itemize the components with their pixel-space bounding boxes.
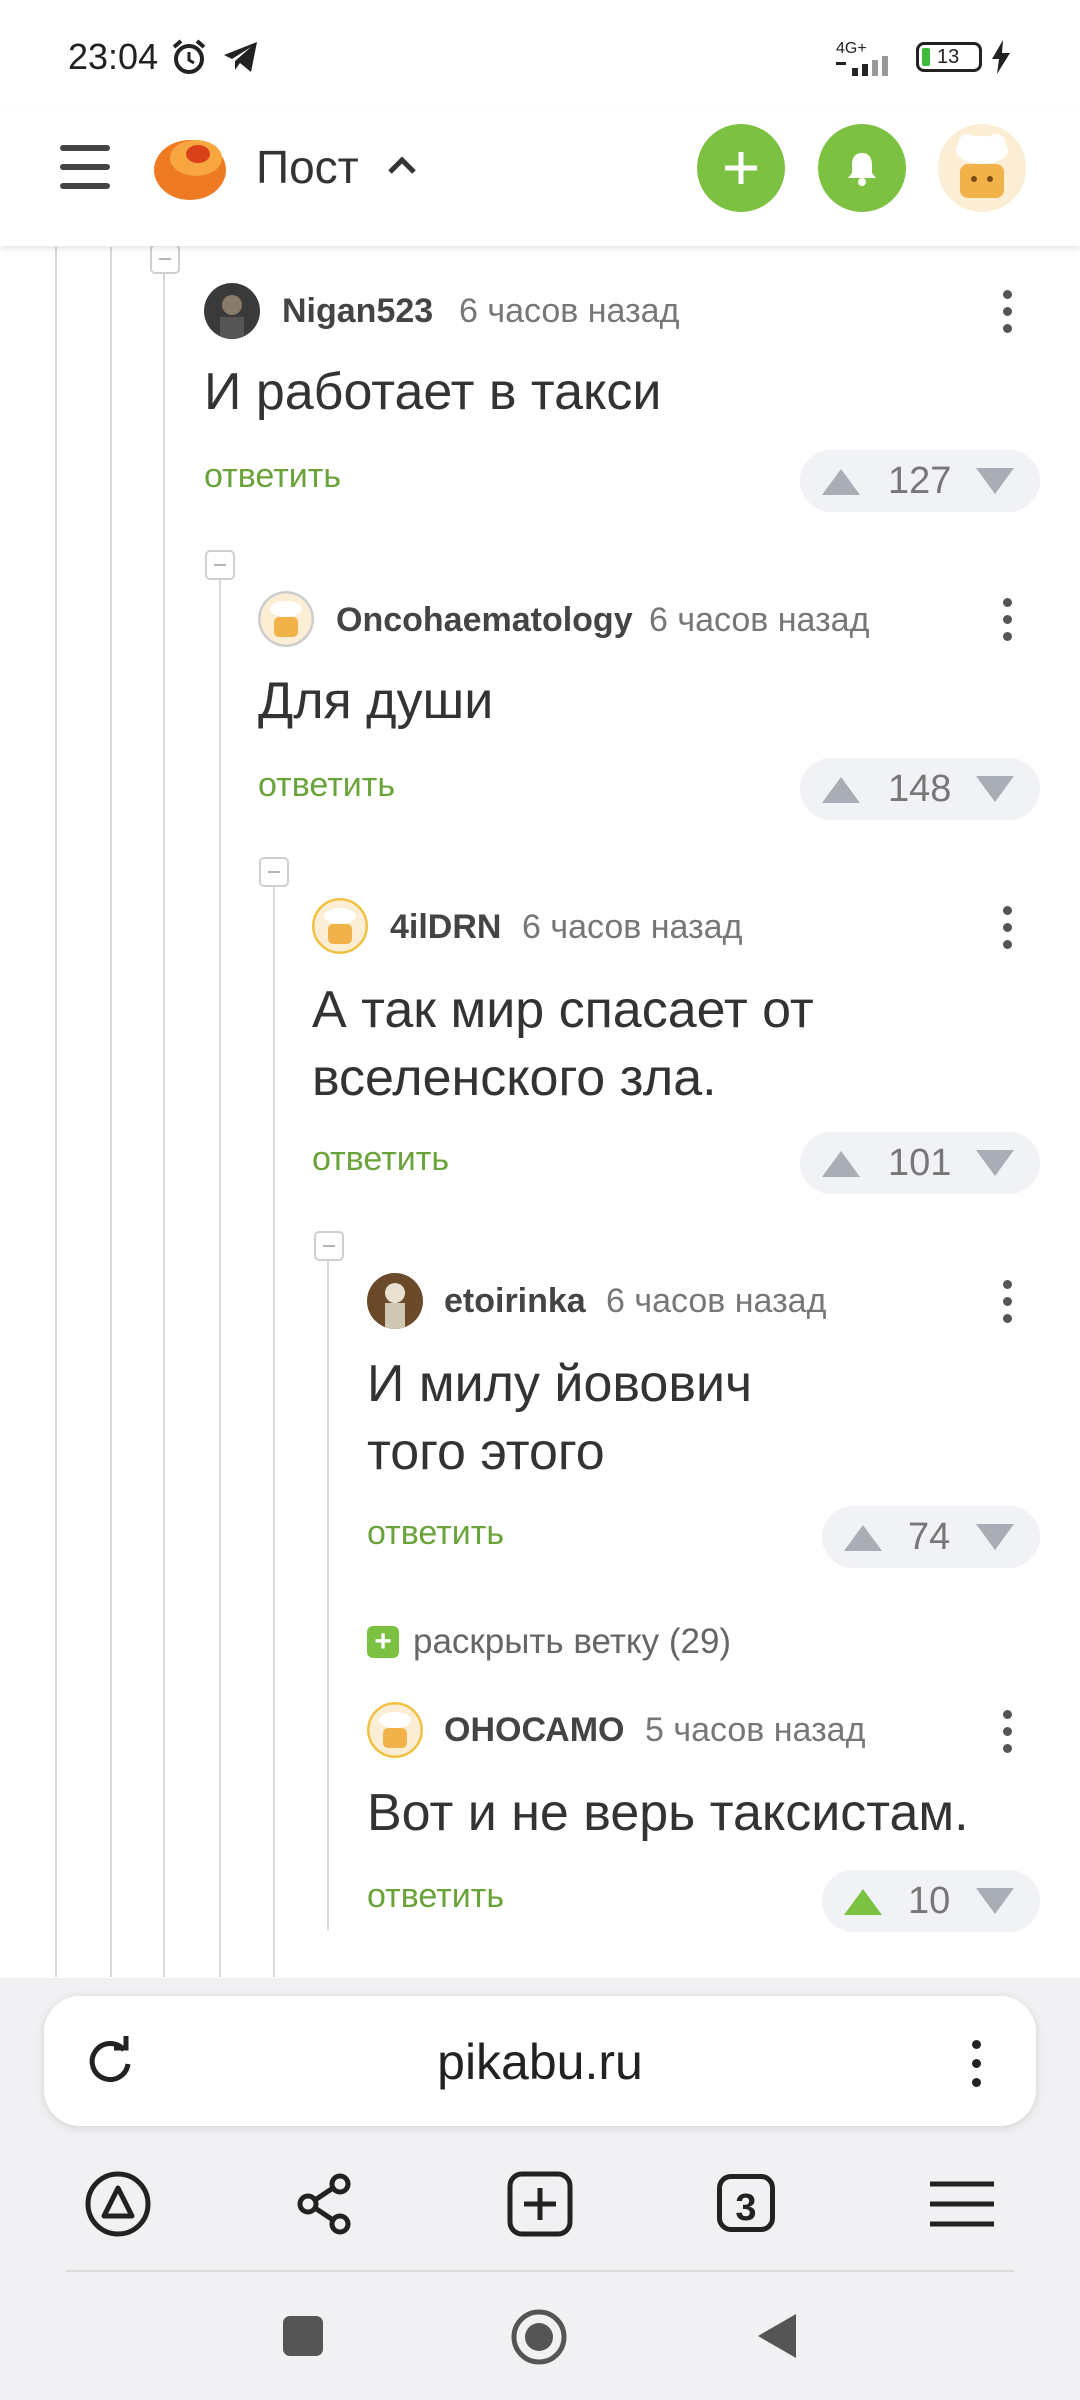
downvote-icon[interactable] (976, 1524, 1014, 1550)
comment-text: И милу йовович того этого (367, 1350, 752, 1486)
comment-time: 6 часов назад (522, 908, 743, 946)
collapse-button[interactable] (205, 550, 235, 580)
more-icon[interactable] (1003, 906, 1013, 954)
hamburger-icon[interactable] (60, 145, 110, 189)
comment-avatar[interactable] (258, 591, 314, 647)
comment-time: 6 часов назад (606, 1282, 827, 1320)
comment-text-line: того этого (367, 1423, 605, 1481)
comment-score: 10 (908, 1880, 951, 1922)
profile-avatar[interactable] (938, 124, 1026, 212)
thread-line (110, 247, 112, 1977)
vote-control: 10 (822, 1870, 1040, 1932)
vote-control: 127 (800, 450, 1040, 512)
comment-author[interactable]: etoirinka (444, 1282, 586, 1321)
new-tab-icon[interactable] (506, 2170, 574, 2238)
thread-line (55, 247, 57, 1977)
battery-level: 13 (937, 46, 960, 68)
expand-branch-link[interactable]: раскрыть ветку (29) (413, 1622, 731, 1662)
add-post-button[interactable] (697, 124, 785, 212)
upvote-icon[interactable] (844, 1525, 882, 1551)
comment-score: 148 (888, 768, 952, 810)
upvote-icon[interactable] (822, 777, 860, 803)
telegram-icon (224, 42, 257, 72)
comment-score: 127 (888, 460, 952, 502)
comment-avatar[interactable] (204, 283, 260, 339)
comment-author[interactable]: Oncohaematology (336, 601, 633, 640)
menu-icon[interactable] (928, 2170, 996, 2238)
charging-icon (992, 40, 1010, 74)
comment-avatar[interactable] (367, 1702, 423, 1758)
back-nav-icon[interactable] (756, 2312, 798, 2360)
downvote-icon[interactable] (976, 1888, 1014, 1914)
comment-time: 5 часов назад (645, 1711, 866, 1749)
vote-control: 74 (822, 1506, 1040, 1568)
divider (66, 2270, 1014, 2272)
url-text[interactable]: pikabu.ru (0, 2033, 1080, 2091)
comment-avatar[interactable] (312, 898, 368, 954)
notifications-button[interactable] (818, 124, 906, 212)
downvote-icon[interactable] (976, 468, 1014, 494)
comment-avatar[interactable] (367, 1273, 423, 1329)
expand-icon[interactable]: + (367, 1626, 399, 1658)
bell-icon (848, 153, 876, 186)
tab-count: 3 (717, 2174, 775, 2232)
comment-score: 101 (888, 1142, 952, 1184)
reply-link[interactable]: ответить (258, 766, 395, 805)
reply-link[interactable]: ответить (312, 1140, 449, 1179)
upvote-icon[interactable] (822, 1151, 860, 1177)
more-icon[interactable] (1003, 290, 1013, 338)
page-title[interactable]: Пост (256, 140, 359, 194)
comment-text: А так мир спасает от вселенского зла. (312, 976, 814, 1112)
thread-line (219, 580, 221, 1977)
vote-control: 148 (800, 758, 1040, 820)
more-icon[interactable] (1003, 1710, 1013, 1758)
comment-author[interactable]: ОНОСАМО (444, 1711, 624, 1750)
comment-time: 6 часов назад (459, 292, 680, 330)
signal-icon (836, 56, 888, 76)
tabs-icon[interactable]: 3 (717, 2174, 785, 2242)
plus-icon (725, 152, 757, 184)
comment-author[interactable]: 4ilDRN (390, 908, 501, 947)
alice-icon[interactable] (84, 2170, 152, 2238)
thread-line (163, 260, 165, 1977)
alarm-icon (172, 39, 206, 74)
comment-text-line: А так мир спасает от (312, 981, 814, 1039)
more-icon[interactable] (1003, 1280, 1013, 1328)
downvote-icon[interactable] (976, 1150, 1014, 1176)
comment-score: 74 (908, 1516, 951, 1558)
chevron-up-icon[interactable] (386, 146, 418, 186)
upvote-icon[interactable] (844, 1889, 882, 1915)
comment-text: Вот и не верь таксистам. (367, 1784, 969, 1842)
more-icon[interactable] (1003, 598, 1013, 646)
status-time: 23:04 (68, 36, 159, 77)
reply-link[interactable]: ответить (367, 1877, 504, 1916)
reply-link[interactable]: ответить (204, 457, 341, 496)
vote-control: 101 (800, 1132, 1040, 1194)
share-icon[interactable] (292, 2170, 360, 2238)
comment-text: Для души (258, 672, 494, 730)
avatar-image (938, 124, 1026, 212)
comment-text: И работает в такси (204, 363, 662, 421)
comment-time: 6 часов назад (649, 601, 870, 639)
thread-line (327, 1260, 329, 1930)
collapse-button[interactable] (314, 1231, 344, 1261)
reply-link[interactable]: ответить (367, 1514, 504, 1553)
upvote-icon[interactable] (822, 469, 860, 495)
collapse-button[interactable] (150, 244, 180, 274)
comment-text-line: И милу йовович (367, 1355, 753, 1413)
more-icon[interactable] (972, 2040, 981, 2097)
thread-line (273, 886, 275, 1977)
home-nav-icon[interactable] (510, 2308, 568, 2366)
comment-text-line: вселенского зла. (312, 1049, 717, 1107)
comment-author[interactable]: Nigan523 (282, 292, 433, 331)
pikabu-logo[interactable] (152, 130, 230, 202)
collapse-button[interactable] (259, 857, 289, 887)
downvote-icon[interactable] (976, 776, 1014, 802)
square-nav-icon[interactable] (283, 2316, 323, 2356)
battery-icon: 13 (916, 42, 982, 72)
